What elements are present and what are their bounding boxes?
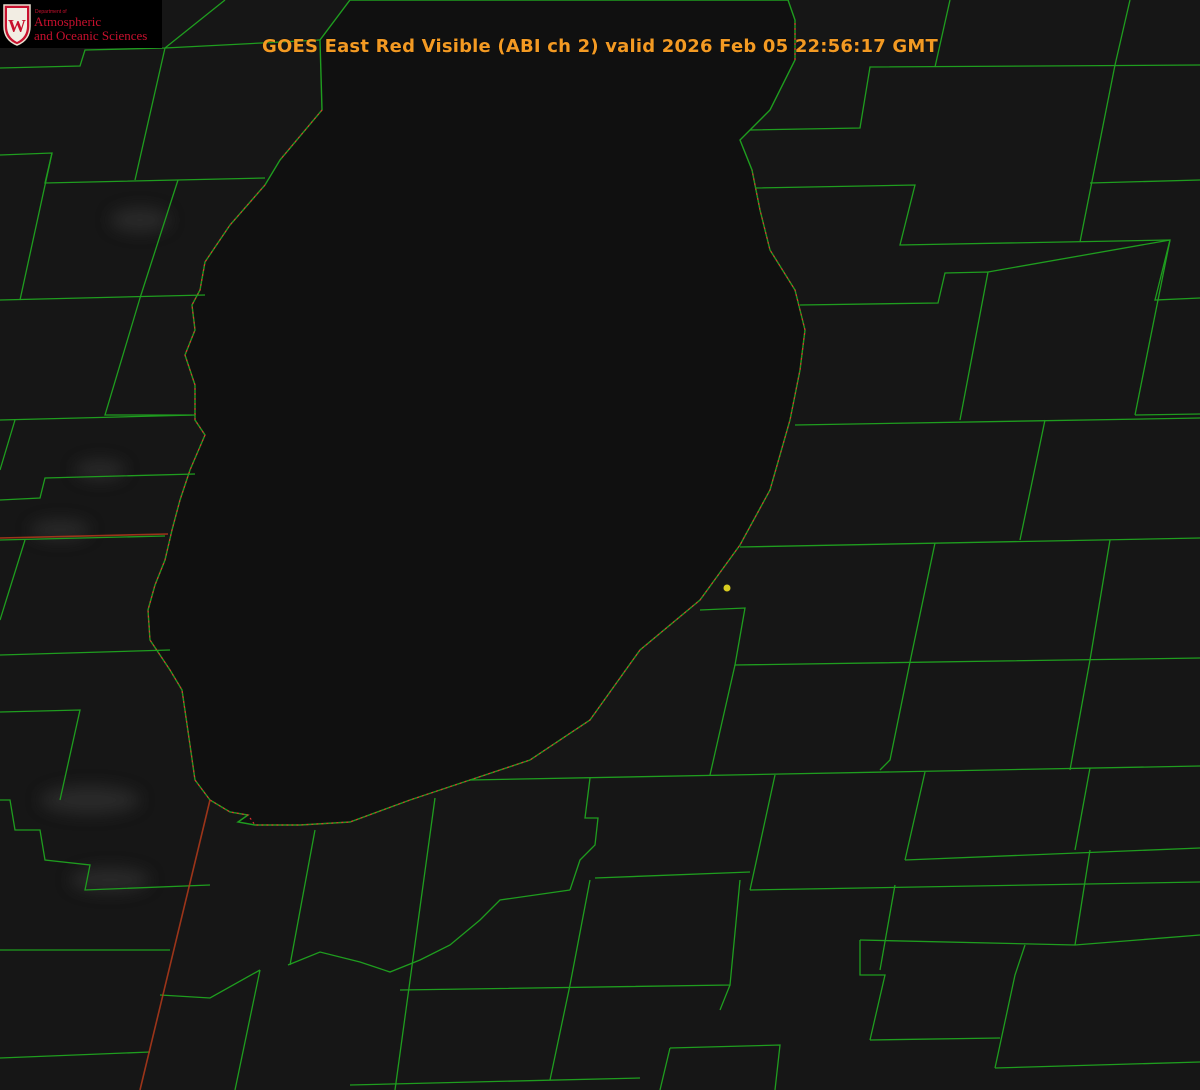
satellite-map xyxy=(0,0,1200,1090)
satellite-viewer: W Department of Atmospheric and Oceanic … xyxy=(0,0,1200,1090)
station-marker xyxy=(723,584,731,592)
image-title: GOES East Red Visible (ABI ch 2) valid 2… xyxy=(261,36,938,57)
crest-letter: W xyxy=(8,16,26,36)
